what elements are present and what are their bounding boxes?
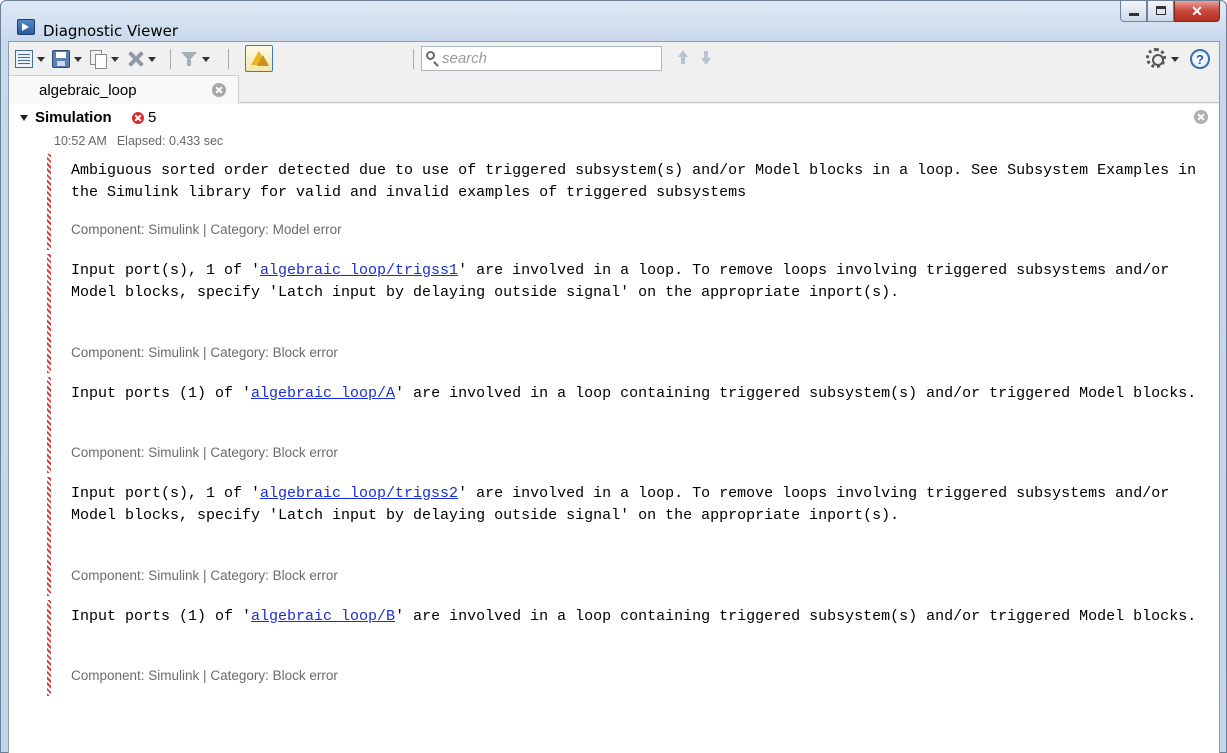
diagnostic-message: Ambiguous sorted order detected due to u… bbox=[47, 154, 1217, 250]
error-count: 5 bbox=[148, 109, 157, 126]
maximize-icon bbox=[1156, 6, 1166, 15]
error-indicator-bar bbox=[47, 477, 51, 596]
diagnostic-viewer-window: Diagnostic Viewer ✕ search ? algebraic_l… bbox=[0, 0, 1227, 753]
message-meta: Component: Simulink | Category: Block er… bbox=[71, 668, 338, 683]
run-time: 10:52 AM bbox=[54, 134, 107, 148]
next-result-button[interactable] bbox=[699, 50, 713, 66]
toolbar-separator bbox=[170, 49, 171, 69]
toolbar-separator bbox=[228, 49, 229, 69]
message-text-part: Input port(s), 1 of ' bbox=[71, 262, 261, 279]
close-section-icon[interactable] bbox=[1194, 110, 1208, 124]
warning-icon-overlay bbox=[257, 55, 269, 66]
collapse-triangle-icon[interactable] bbox=[20, 115, 28, 121]
close-window-button[interactable]: ✕ bbox=[1174, 1, 1220, 22]
chevron-down-icon bbox=[37, 56, 45, 62]
toolbar-separator bbox=[413, 49, 414, 69]
delete-button[interactable] bbox=[126, 48, 156, 70]
message-text: Input port(s), 1 of 'algebraic_loop/trig… bbox=[71, 260, 1211, 303]
chevron-down-icon bbox=[74, 56, 82, 62]
message-text-part: Input port(s), 1 of ' bbox=[71, 485, 261, 502]
message-meta: Component: Simulink | Category: Model er… bbox=[71, 222, 342, 237]
message-meta: Component: Simulink | Category: Block er… bbox=[71, 445, 338, 460]
window-title: Diagnostic Viewer bbox=[43, 22, 178, 40]
simulation-section-header[interactable]: Simulation 5 bbox=[9, 104, 1219, 130]
error-indicator-bar bbox=[47, 254, 51, 373]
message-text: Input port(s), 1 of 'algebraic_loop/trig… bbox=[71, 483, 1211, 526]
app-icon bbox=[17, 19, 35, 35]
message-text-part: Input ports (1) of ' bbox=[71, 385, 252, 402]
message-text: Input ports (1) of 'algebraic_loop/B' ar… bbox=[71, 606, 1211, 628]
error-indicator-bar bbox=[47, 600, 51, 696]
diagnostic-message: Input ports (1) of 'algebraic_loop/A' ar… bbox=[47, 377, 1217, 473]
section-title: Simulation bbox=[35, 109, 112, 126]
delete-icon bbox=[126, 50, 144, 68]
title-bar[interactable]: Diagnostic Viewer ✕ bbox=[1, 1, 1226, 41]
maximize-button[interactable] bbox=[1147, 1, 1174, 22]
message-meta: Component: Simulink | Category: Block er… bbox=[71, 345, 338, 360]
settings-button[interactable] bbox=[1146, 48, 1166, 68]
tab-algebraic-loop[interactable]: algebraic_loop bbox=[9, 75, 239, 104]
list-view-icon bbox=[15, 50, 33, 68]
diagnostic-message: Input port(s), 1 of 'algebraic_loop/trig… bbox=[47, 254, 1217, 373]
minimize-button[interactable] bbox=[1120, 1, 1147, 22]
elapsed-time: Elapsed: 0.433 sec bbox=[116, 134, 224, 148]
block-link[interactable]: algebraic_loop/trigss2 bbox=[260, 485, 458, 502]
diagnostic-message: Input ports (1) of 'algebraic_loop/B' ar… bbox=[47, 600, 1217, 696]
toolbar: ? bbox=[9, 42, 1219, 75]
block-link[interactable]: algebraic_loop/B bbox=[251, 608, 395, 625]
chevron-down-icon bbox=[1171, 56, 1179, 62]
copy-icon bbox=[89, 50, 107, 69]
filter-icon bbox=[180, 50, 198, 68]
minimize-icon bbox=[1129, 13, 1139, 16]
copy-button[interactable] bbox=[89, 48, 119, 70]
chevron-down-icon bbox=[111, 56, 119, 62]
block-link[interactable]: algebraic_loop/A bbox=[251, 385, 395, 402]
view-options-button[interactable] bbox=[15, 48, 45, 70]
diagnostic-message: Input port(s), 1 of 'algebraic_loop/trig… bbox=[47, 477, 1217, 596]
previous-result-button[interactable] bbox=[676, 50, 690, 66]
message-text: Ambiguous sorted order detected due to u… bbox=[71, 160, 1211, 203]
save-icon bbox=[52, 50, 70, 68]
filter-button[interactable] bbox=[180, 48, 210, 70]
window-controls: ✕ bbox=[1120, 1, 1220, 22]
tab-bar: algebraic_loop bbox=[9, 75, 1219, 104]
search-box[interactable] bbox=[421, 46, 662, 71]
diagnostics-panel: Simulation 5 10:52 AM Elapsed: 0.433 sec … bbox=[9, 104, 1219, 753]
client-area: ? algebraic_loop Simulation 5 10:52 AM El… bbox=[8, 41, 1220, 753]
message-text-part: ' are involved in a loop containing trig… bbox=[395, 608, 1197, 625]
close-icon: ✕ bbox=[1191, 3, 1203, 19]
help-button[interactable]: ? bbox=[1190, 49, 1210, 69]
close-tab-icon[interactable] bbox=[212, 83, 226, 97]
block-link[interactable]: algebraic_loop/trigss1 bbox=[260, 262, 458, 279]
message-meta: Component: Simulink | Category: Block er… bbox=[71, 568, 338, 583]
chevron-down-icon bbox=[148, 56, 156, 62]
message-text: Input ports (1) of 'algebraic_loop/A' ar… bbox=[71, 383, 1211, 405]
run-info: 10:52 AM Elapsed: 0.433 sec bbox=[54, 134, 223, 148]
message-text-part: Ambiguous sorted order detected due to u… bbox=[71, 162, 1206, 201]
search-input[interactable] bbox=[442, 49, 657, 68]
message-text-part: ' are involved in a loop containing trig… bbox=[395, 385, 1197, 402]
error-indicator-bar bbox=[47, 377, 51, 473]
error-indicator-bar bbox=[47, 154, 51, 250]
tab-label: algebraic_loop bbox=[39, 82, 137, 99]
message-text-part: Input ports (1) of ' bbox=[71, 608, 252, 625]
chevron-down-icon bbox=[202, 56, 210, 62]
search-icon bbox=[426, 51, 435, 60]
error-icon bbox=[132, 112, 144, 124]
settings-dropdown[interactable] bbox=[1167, 48, 1179, 70]
show-warnings-toggle[interactable] bbox=[245, 45, 273, 72]
save-button[interactable] bbox=[52, 48, 82, 70]
